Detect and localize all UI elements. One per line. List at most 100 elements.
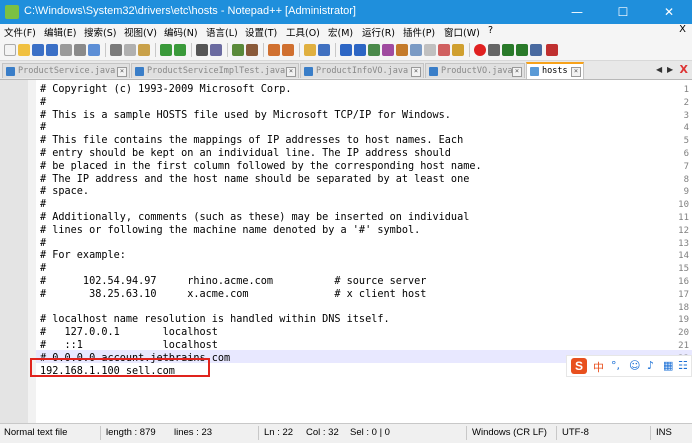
menu-file[interactable]: 文件(F) xyxy=(4,25,36,39)
close-button[interactable]: ✕ xyxy=(646,0,692,24)
code-line[interactable]: # For example: xyxy=(40,250,126,261)
code-line[interactable]: # xyxy=(40,263,46,274)
menu-close-document[interactable]: X xyxy=(679,24,686,35)
cut-icon[interactable] xyxy=(110,44,122,56)
tab-productvo[interactable]: ProductVO.java × xyxy=(425,63,525,78)
menu-view[interactable]: 视图(V) xyxy=(124,25,157,39)
bookmark-icon[interactable] xyxy=(452,44,464,56)
function-list-icon[interactable] xyxy=(396,44,408,56)
paste-icon[interactable] xyxy=(138,44,150,56)
menu-macro[interactable]: 宏(M) xyxy=(328,25,353,39)
close-tab-icon[interactable]: X xyxy=(680,63,688,76)
code-line[interactable]: # entry should be kept on an individual … xyxy=(40,148,451,159)
tab-productserviceimpltest[interactable]: ProductServiceImplTest.java × xyxy=(131,63,299,78)
doc-map-icon[interactable] xyxy=(382,44,394,56)
menu-language[interactable]: 语言(L) xyxy=(206,25,238,39)
tab-productservice[interactable]: ProductService.java × xyxy=(2,63,130,78)
code-line[interactable]: # This file contains the mappings of IP … xyxy=(40,135,463,146)
print-icon[interactable] xyxy=(88,44,100,56)
replace-icon[interactable] xyxy=(210,44,222,56)
close-file-icon[interactable] xyxy=(60,44,72,56)
menu-settings[interactable]: 设置(T) xyxy=(245,25,277,39)
save-all-icon[interactable] xyxy=(46,44,58,56)
code-line[interactable]: # 102.54.94.97 rhino.acme.com # source s… xyxy=(40,276,426,287)
word-wrap-icon[interactable] xyxy=(304,44,316,56)
tab-close-icon[interactable]: × xyxy=(512,67,522,77)
copy-icon[interactable] xyxy=(124,44,136,56)
tab-close-icon[interactable]: × xyxy=(411,67,421,77)
menu-tools[interactable]: 工具(O) xyxy=(286,25,320,39)
code-line[interactable]: # be placed in the first column followed… xyxy=(40,161,482,172)
code-line[interactable]: # xyxy=(40,122,46,133)
code-line[interactable]: # 38.25.63.10 x.acme.com # x client host xyxy=(40,289,426,300)
close-all-icon[interactable] xyxy=(74,44,86,56)
open-file-icon[interactable] xyxy=(18,44,30,56)
tab-scroll-right-icon[interactable]: ▶ xyxy=(667,65,673,74)
microphone-icon[interactable]: ♪ xyxy=(647,359,654,372)
punctuation-icon[interactable]: °, xyxy=(611,359,620,372)
tab-productinfovo[interactable]: ProductInfoVO.java × xyxy=(300,63,424,78)
new-file-icon[interactable] xyxy=(4,44,16,56)
code-line[interactable]: # Copyright (c) 1993-2009 Microsoft Corp… xyxy=(40,84,291,95)
menu-edit[interactable]: 编辑(E) xyxy=(44,25,76,39)
zoom-out-icon[interactable] xyxy=(246,44,258,56)
code-line[interactable]: # This is a sample HOSTS file used by Mi… xyxy=(40,110,451,121)
code-line[interactable]: # lines or following the machine name de… xyxy=(40,225,420,236)
show-all-chars-icon[interactable] xyxy=(318,44,330,56)
tab-close-icon[interactable]: × xyxy=(571,67,581,77)
spell-check-icon[interactable] xyxy=(546,44,558,56)
menu-run[interactable]: 运行(R) xyxy=(362,25,395,39)
code-line[interactable]: # xyxy=(40,199,46,210)
code-line[interactable]: # Additionally, comments (such as these)… xyxy=(40,212,469,223)
code-line[interactable]: # xyxy=(40,97,46,108)
monitoring-icon[interactable] xyxy=(424,44,436,56)
run-macro-multiple-icon[interactable] xyxy=(516,44,528,56)
menu-window[interactable]: 窗口(W) xyxy=(444,25,480,39)
folder-workspace-icon[interactable] xyxy=(410,44,422,56)
menu-encoding[interactable]: 编码(N) xyxy=(164,25,198,39)
udl-icon[interactable] xyxy=(368,44,380,56)
menu-search[interactable]: 搜索(S) xyxy=(84,25,116,39)
status-eol[interactable]: Windows (CR LF) xyxy=(472,427,547,438)
save-macro-icon[interactable] xyxy=(530,44,542,56)
maximize-button[interactable]: ☐ xyxy=(600,0,646,24)
tab-close-icon[interactable]: × xyxy=(286,67,296,77)
play-macro-icon[interactable] xyxy=(502,44,514,56)
code-line[interactable]: # ::1 localhost xyxy=(40,340,218,351)
status-encoding[interactable]: UTF-8 xyxy=(562,427,589,438)
code-line[interactable]: # The IP address and the host name shoul… xyxy=(40,174,469,185)
skin-menu-icon[interactable]: ☷ xyxy=(678,359,688,372)
menu-help[interactable]: ? xyxy=(488,25,493,36)
indent-guide-icon[interactable] xyxy=(340,44,352,56)
code-line[interactable]: # 127.0.0.1 localhost xyxy=(40,327,218,338)
status-insert-mode[interactable]: INS xyxy=(656,427,672,438)
minimize-button[interactable]: — xyxy=(554,0,600,24)
undo-icon[interactable] xyxy=(160,44,172,56)
record-macro-icon[interactable] xyxy=(474,44,486,56)
find-icon[interactable] xyxy=(196,44,208,56)
sogou-ime-logo-icon[interactable]: S xyxy=(571,358,587,374)
line-number: 10 xyxy=(678,200,689,211)
chinese-mode-icon[interactable]: 中 xyxy=(593,359,604,375)
code-line[interactable]: # localhost name resolution is handled w… xyxy=(40,314,390,325)
editor[interactable]: # Copyright (c) 1993-2009 Microsoft Corp… xyxy=(0,80,692,423)
code-line[interactable]: # xyxy=(40,238,46,249)
keyboard-icon[interactable]: ▦ xyxy=(663,359,673,372)
toolbar-separator xyxy=(155,43,156,57)
sync-horizontal-icon[interactable] xyxy=(282,44,294,56)
emoji-icon[interactable]: ☺ xyxy=(629,359,640,372)
tab-hosts[interactable]: hosts × xyxy=(526,62,584,79)
code-line[interactable]: # space. xyxy=(40,186,89,197)
save-icon[interactable] xyxy=(32,44,44,56)
stop-macro-icon[interactable] xyxy=(488,44,500,56)
paragraph-icon[interactable] xyxy=(354,44,366,56)
tab-scroll-left-icon[interactable]: ◀ xyxy=(656,65,662,74)
menu-plugins[interactable]: 插件(P) xyxy=(403,25,435,39)
tab-close-icon[interactable]: × xyxy=(117,67,127,77)
redo-icon[interactable] xyxy=(174,44,186,56)
sync-vertical-icon[interactable] xyxy=(268,44,280,56)
zoom-in-icon[interactable] xyxy=(232,44,244,56)
highlight-icon[interactable] xyxy=(438,44,450,56)
line-number: 2 xyxy=(683,97,689,108)
ime-toolbar[interactable]: S 中 °, ☺ ♪ ▦ ☷ xyxy=(566,355,692,377)
